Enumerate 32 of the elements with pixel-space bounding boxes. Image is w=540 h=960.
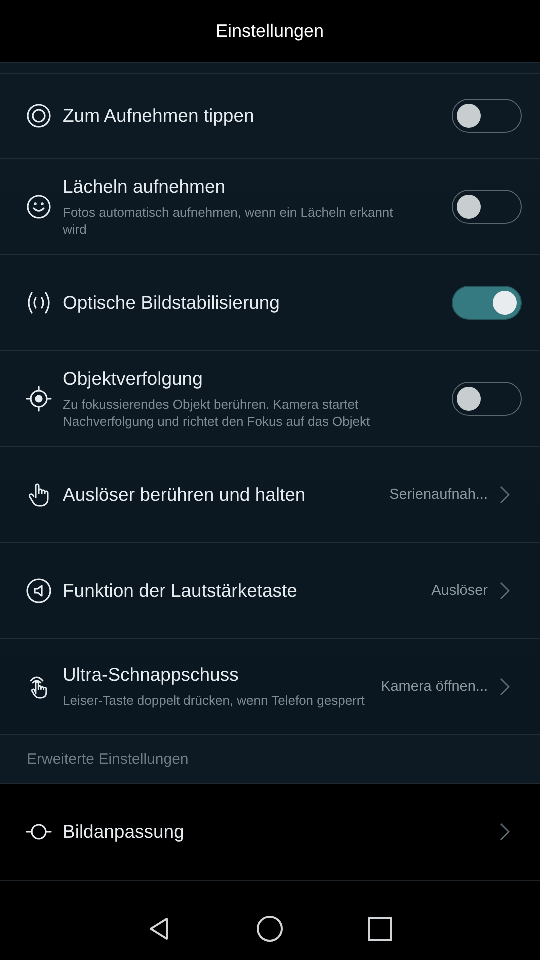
- home-icon[interactable]: [255, 914, 285, 944]
- setting-value: Auslöser: [432, 582, 488, 598]
- chevron-icon: [500, 486, 510, 504]
- recents-icon[interactable]: [365, 914, 395, 944]
- setting-title: Ultra-Schnappschuss: [63, 664, 240, 686]
- hand-icon: [26, 482, 52, 508]
- chevron-icon: [500, 823, 510, 841]
- setting-title: Zum Aufnehmen tippen: [63, 105, 256, 127]
- setting-value: Kamera öffnen...: [381, 678, 488, 694]
- volume-icon: [26, 578, 52, 604]
- setting-description: Fotos automatisch aufnehmen, wenn ein Lächeln erkannt wird: [63, 204, 394, 238]
- stabilization-icon: [26, 290, 52, 316]
- toggle-switch[interactable]: [452, 382, 522, 416]
- chevron-icon: [500, 678, 510, 696]
- setting-title: Objektverfolgung: [63, 368, 204, 390]
- setting-value: Serienaufnah...: [390, 486, 488, 502]
- setting-title: Auslöser berühren und halten: [63, 484, 307, 506]
- setting-title: Bildanpassung: [63, 821, 186, 843]
- ring-icon: [26, 103, 52, 129]
- section-header: Erweiterte Einstellungen: [27, 750, 189, 768]
- setting-title: Funktion der Lautstärketaste: [63, 580, 298, 602]
- screen-title: Einstellungen: [216, 20, 324, 42]
- smiley-icon: [26, 194, 52, 220]
- toggle-switch[interactable]: [452, 286, 522, 320]
- target-icon: [26, 386, 52, 412]
- chevron-icon: [500, 582, 510, 600]
- setting-title: Optische Bildstabilisierung: [63, 292, 281, 314]
- setting-description: Leiser-Taste doppelt drücken, wenn Telefon gesperrt: [63, 692, 366, 709]
- toggle-switch[interactable]: [452, 190, 522, 224]
- setting-description: Zu fokussierendes Objekt berühren. Kamera startet Nachverfolgung und richtet den Fokus auf das Objekt: [63, 396, 372, 430]
- setting-title: Lächeln aufnehmen: [63, 176, 227, 198]
- toggle-switch[interactable]: [452, 99, 522, 133]
